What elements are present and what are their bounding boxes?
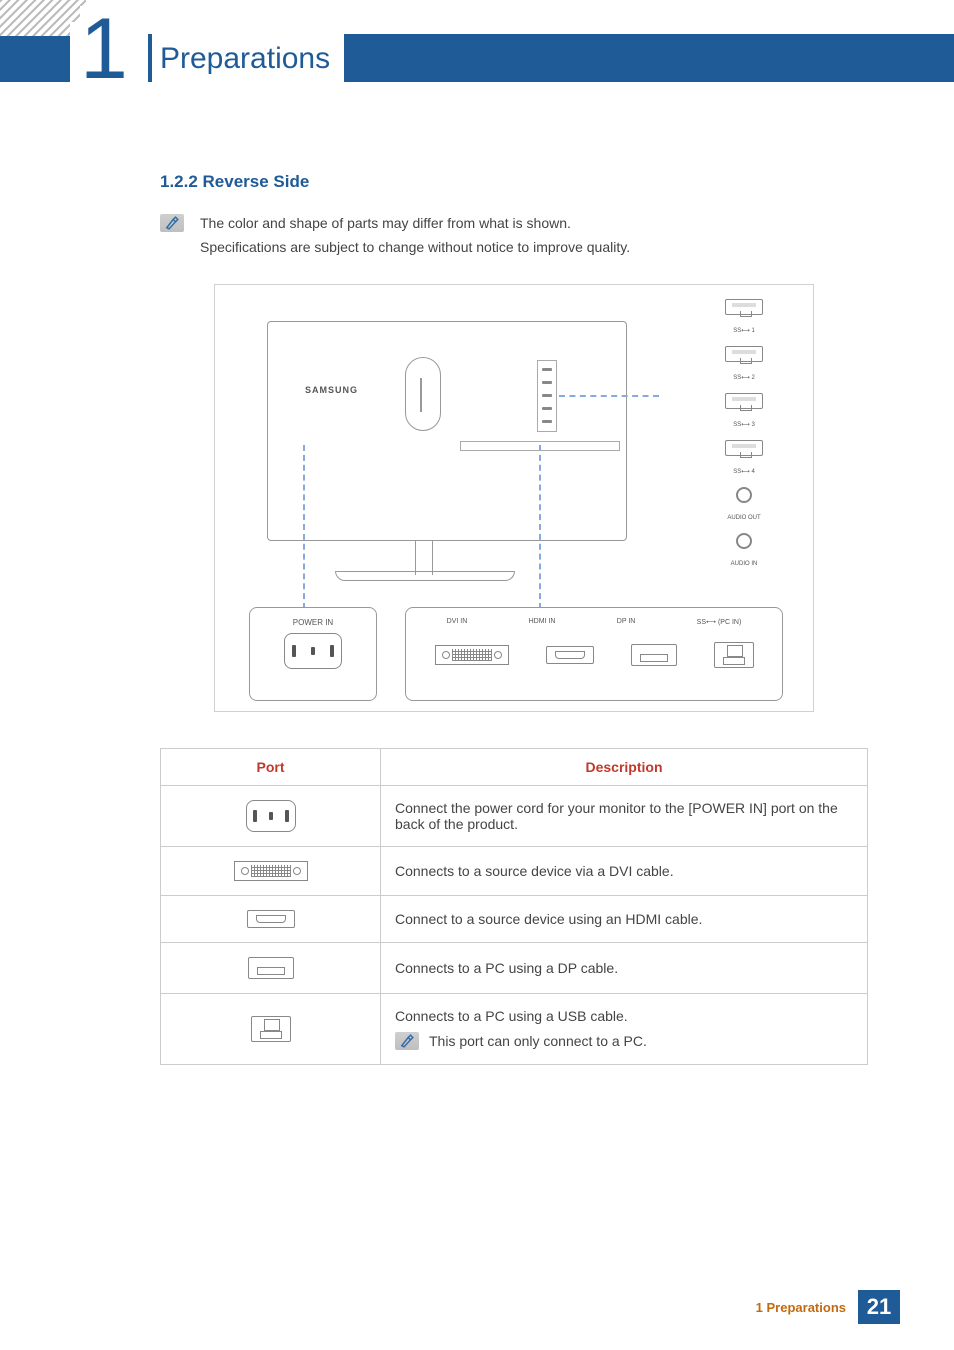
usb-port-3-label: SS⟷ 3	[733, 421, 755, 428]
hdmi-label: HDMI IN	[529, 618, 556, 626]
power-callout: POWER IN	[249, 607, 377, 701]
monitor-stand-base	[335, 571, 515, 581]
side-port-column: SS⟷ 1 SS⟷ 2 SS⟷ 3 SS⟷ 4 AUDIO OUT AUDIO …	[705, 299, 783, 567]
inline-note: This port can only connect to a PC.	[395, 1032, 853, 1050]
usb-port-2-icon	[725, 346, 763, 362]
monitor-stand-neck	[415, 541, 433, 575]
note-line-1: The color and shape of parts may differ …	[200, 212, 630, 236]
port-cell-power	[161, 785, 381, 846]
monitor-back-panel	[537, 360, 557, 432]
chapter-number: 1	[80, 6, 132, 92]
note-icon	[395, 1032, 419, 1050]
chapter-number-text: 1	[80, 1, 128, 97]
usb-port-1-label: SS⟷ 1	[733, 327, 755, 334]
hdmi-port-icon	[247, 910, 295, 928]
usb-upstream-port-icon	[714, 642, 754, 668]
leader-line-ports	[539, 445, 541, 609]
table-row: Connect to a source device using an HDMI…	[161, 895, 868, 942]
inline-note-text: This port can only connect to a PC.	[429, 1033, 647, 1049]
table-row: Connects to a PC using a USB cable. This…	[161, 993, 868, 1064]
usb-port-1-icon	[725, 299, 763, 315]
table-row: Connect the power cord for your monitor …	[161, 785, 868, 846]
desc-cell-hdmi: Connect to a source device using an HDMI…	[381, 895, 868, 942]
table-header-description: Description	[381, 748, 868, 785]
page-footer: 1 Preparations 21	[756, 1290, 900, 1324]
table-row: Connects to a source device via a DVI ca…	[161, 846, 868, 895]
note-line-2: Specifications are subject to change wit…	[200, 236, 630, 260]
ports-callout-icons	[416, 642, 772, 668]
dvi-port-icon	[234, 861, 308, 881]
footer-page-number: 21	[858, 1290, 900, 1324]
reverse-side-diagram: SAMSUNG SS⟷ 1 SS⟷ 2 SS⟷ 3 SS⟷ 4 AUDIO OU…	[214, 284, 814, 712]
table-header-row: Port Description	[161, 748, 868, 785]
dp-port-icon	[631, 644, 677, 666]
power-in-port-icon	[284, 633, 342, 669]
power-callout-label: POWER IN	[293, 618, 333, 627]
dp-label: DP IN	[617, 618, 636, 626]
table-header-port: Port	[161, 748, 381, 785]
dvi-label: DVI IN	[447, 618, 468, 626]
usb-pc-label: SS⟷ (PC IN)	[697, 618, 742, 626]
port-cell-dvi	[161, 846, 381, 895]
audio-out-label: AUDIO OUT	[727, 515, 760, 521]
chapter-title: Preparations	[152, 32, 344, 82]
usb-port-4-icon	[725, 440, 763, 456]
ports-callout: DVI IN HDMI IN DP IN SS⟷ (PC IN)	[405, 607, 783, 701]
monitor-hinge	[405, 357, 441, 431]
usb-port-4-label: SS⟷ 4	[733, 468, 755, 475]
note-text: The color and shape of parts may differ …	[200, 212, 630, 260]
section-heading: 1.2.2 Reverse Side	[160, 172, 868, 192]
desc-cell-usb-upstream: Connects to a PC using a USB cable. This…	[381, 993, 868, 1064]
monitor-brand-label: SAMSUNG	[305, 385, 358, 395]
note-icon	[160, 214, 184, 232]
leader-line-side	[559, 395, 659, 397]
footer-text: 1 Preparations	[756, 1300, 846, 1315]
table-row: Connects to a PC using a DP cable.	[161, 942, 868, 993]
dp-port-icon	[248, 957, 294, 979]
port-cell-dp	[161, 942, 381, 993]
content-area: 1.2.2 Reverse Side The color and shape o…	[160, 172, 868, 1065]
audio-in-label: AUDIO IN	[731, 561, 758, 567]
usb-upstream-port-icon	[251, 1016, 291, 1042]
desc-cell-power: Connect the power cord for your monitor …	[381, 785, 868, 846]
port-cell-usb-upstream	[161, 993, 381, 1064]
hdmi-port-icon	[546, 646, 594, 664]
port-cell-hdmi	[161, 895, 381, 942]
audio-out-jack-icon	[736, 487, 752, 503]
power-in-port-icon	[246, 800, 296, 832]
note-block: The color and shape of parts may differ …	[160, 212, 868, 260]
monitor-outline	[267, 321, 627, 541]
dvi-port-icon	[435, 645, 509, 665]
desc-usb-text: Connects to a PC using a USB cable.	[395, 1008, 628, 1024]
leader-line-power	[303, 445, 305, 609]
usb-port-2-label: SS⟷ 2	[733, 374, 755, 381]
audio-in-jack-icon	[736, 533, 752, 549]
usb-port-3-icon	[725, 393, 763, 409]
desc-cell-dvi: Connects to a source device via a DVI ca…	[381, 846, 868, 895]
desc-cell-dp: Connects to a PC using a DP cable.	[381, 942, 868, 993]
port-description-table: Port Description Connect the power cord …	[160, 748, 868, 1065]
ports-callout-labels: DVI IN HDMI IN DP IN SS⟷ (PC IN)	[416, 618, 772, 626]
